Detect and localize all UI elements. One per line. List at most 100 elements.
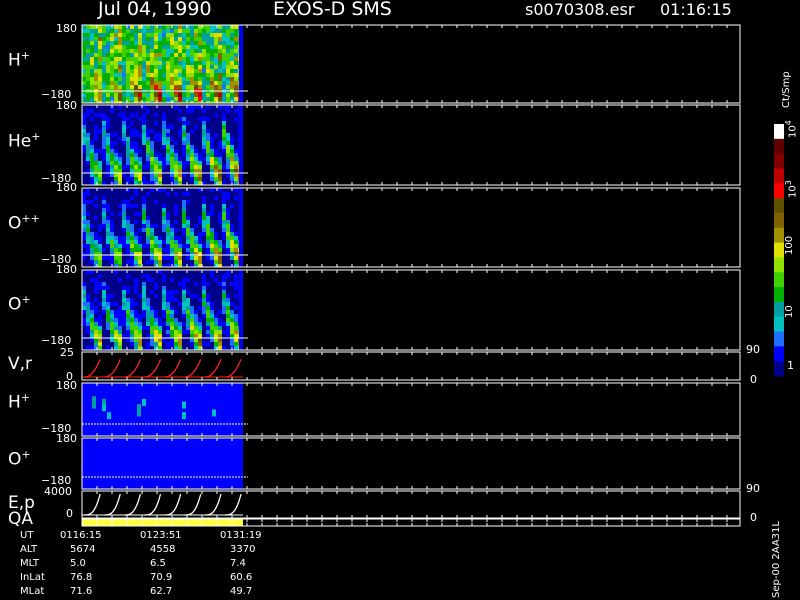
- heatmap-cell: [134, 85, 138, 89]
- heatmap-cell: [106, 125, 110, 129]
- right-tick-ep-bottom: 0: [750, 511, 757, 524]
- heatmap-cell: [106, 41, 110, 45]
- heatmap-cell: [86, 244, 90, 248]
- heatmap-cell: [130, 81, 134, 85]
- heatmap-cell: [138, 326, 142, 330]
- heatmap-cell: [114, 181, 118, 185]
- heatmap-cell: [86, 109, 90, 113]
- heatmap-cell: [102, 97, 106, 101]
- heatmap-cell: [118, 326, 122, 330]
- heatmap-cell: [194, 45, 198, 49]
- heatmap-cell: [110, 322, 114, 326]
- heatmap-cell: [190, 177, 194, 181]
- heatmap-cell: [150, 29, 154, 33]
- heatmap-cell: [182, 216, 186, 220]
- heatmap-cell: [118, 113, 122, 117]
- heatmap-cell: [162, 25, 166, 29]
- heatmap-cell: [122, 310, 126, 314]
- heatmap-cell: [146, 181, 150, 185]
- heatmap-cell: [106, 53, 110, 57]
- heatmap-cell: [142, 286, 146, 290]
- heatmap-cell: [170, 145, 174, 149]
- heatmap-cell: [106, 232, 110, 236]
- heatmap-cell: [142, 125, 146, 129]
- heatmap-cell: [182, 97, 186, 101]
- heatmap-cell: [94, 204, 98, 208]
- heatmap-cell: [134, 310, 138, 314]
- heatmap-cell: [158, 173, 162, 177]
- heatmap-cell: [206, 310, 210, 314]
- heatmap-cell: [122, 53, 126, 57]
- heatmap-cell: [82, 220, 86, 224]
- colorbar-segment: [774, 316, 784, 333]
- heatmap-cell: [154, 65, 158, 69]
- heatmap-cell: [138, 61, 142, 65]
- heatmap-cell: [198, 97, 202, 101]
- heatmap-cell: [154, 29, 158, 33]
- heatmap-cell: [234, 165, 238, 169]
- heatmap-cell: [94, 113, 98, 117]
- heatmap-cell: [186, 306, 190, 310]
- heatmap-cell: [102, 85, 106, 89]
- heatmap-cell: [182, 314, 186, 318]
- heatmap-cell: [170, 165, 174, 169]
- ephemeris-value: 0116:15: [60, 530, 102, 541]
- heatmap-cell: [230, 302, 234, 306]
- heatmap-cell: [174, 260, 178, 264]
- heatmap-cell: [210, 53, 214, 57]
- heatmap-cell: [222, 306, 226, 310]
- heatmap-cell: [190, 33, 194, 37]
- heatmap-cell: [86, 192, 90, 196]
- heatmap-cell: [154, 133, 158, 137]
- heatmap-cell: [138, 248, 142, 252]
- heatmap-cell: [130, 161, 134, 165]
- heatmap-cell: [146, 149, 150, 153]
- heatmap-cell: [82, 145, 86, 149]
- heatmap-cell: [90, 169, 94, 173]
- heatmap-cell: [110, 330, 114, 334]
- heatmap-cell: [102, 25, 106, 29]
- heatmap-cell: [174, 290, 178, 294]
- heatmap-cell: [166, 93, 170, 97]
- heatmap-cell: [206, 282, 210, 286]
- heatmap-cell: [206, 212, 210, 216]
- heatmap-cell: [82, 97, 86, 101]
- heatmap-cell: [150, 181, 154, 185]
- heatmap-cell: [174, 192, 178, 196]
- heatmap-cell: [150, 330, 154, 334]
- heatmap-cell: [174, 169, 178, 173]
- heatmap-cell: [94, 129, 98, 133]
- heatmap-cell: [150, 145, 154, 149]
- heatmap-cell: [110, 302, 114, 306]
- heatmap-cell: [202, 37, 206, 41]
- heatmap-cell: [162, 117, 166, 121]
- heatmap-cell: [82, 298, 86, 302]
- heatmap-cell: [142, 33, 146, 37]
- heatmap-cell: [142, 181, 146, 185]
- heatmap-cell: [230, 61, 234, 65]
- heatmap-cell: [234, 53, 238, 57]
- heatmap-cell: [82, 77, 86, 81]
- heatmap-cell: [174, 69, 178, 73]
- heatmap-cell: [186, 326, 190, 330]
- panel-label-o-plus: O+: [8, 293, 31, 315]
- heatmap-cell: [130, 97, 134, 101]
- heatmap-cell: [126, 298, 130, 302]
- heatmap-cell: [158, 240, 162, 244]
- heatmap-cell: [222, 25, 226, 29]
- heatmap-cell: [138, 228, 142, 232]
- heatmap-cell: [114, 236, 118, 240]
- heatmap-cell: [122, 290, 126, 294]
- heatmap-cell: [218, 256, 222, 260]
- heatmap-cell: [174, 25, 178, 29]
- heatmap-cell: [162, 161, 166, 165]
- heatmap-cell: [102, 133, 106, 137]
- heatmap-cell: [206, 93, 210, 97]
- colorbar-segment: [774, 153, 784, 169]
- heatmap-cell: [166, 302, 170, 306]
- heatmap-cell: [90, 33, 94, 37]
- heatmap-cell: [190, 165, 194, 169]
- heatmap-cell: [118, 49, 122, 53]
- heatmap-cell: [218, 85, 222, 89]
- heatmap-cell: [142, 57, 146, 61]
